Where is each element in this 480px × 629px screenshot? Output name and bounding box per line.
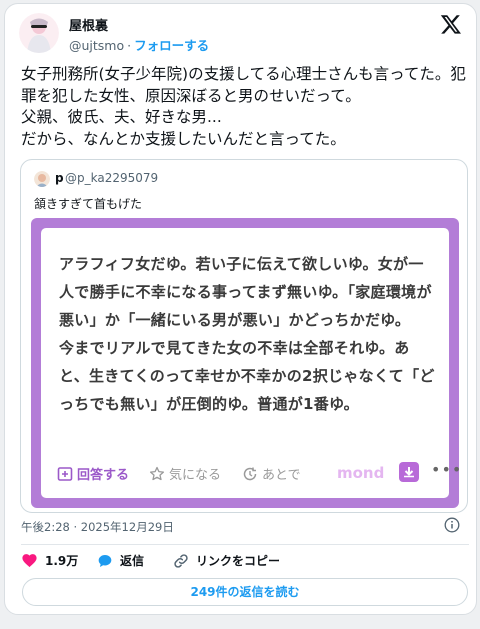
author-name[interactable]: 屋根裏 — [69, 15, 108, 34]
link-icon — [174, 553, 188, 568]
divider — [21, 544, 469, 545]
copy-link-label: リンクをコピー — [196, 554, 281, 568]
quote-text: 頷きすぎて首もげた — [34, 197, 143, 211]
mond-action-bar: 回答する 気になる あとで mond ••• — [41, 460, 461, 490]
mond-favorite-label: 気になる — [169, 468, 222, 483]
author-handle[interactable]: @ujtsmo — [69, 38, 124, 53]
copy-link-button[interactable]: リンクをコピー — [173, 552, 280, 569]
tweet-card: 屋根裏 @ujtsmo · フォローする 女子刑務所(女子少年院)の支援してる心理士… — [4, 3, 477, 615]
mond-favorite-action: 気になる — [149, 464, 221, 483]
mond-answer-card: アラフィフ女だゆ。若い子に伝えて欲しいゆ。女が一人で勝手に不幸になる事ってまず無… — [41, 228, 461, 498]
mond-reply-label: 回答する — [77, 468, 130, 483]
mond-later-label: あとで — [262, 468, 301, 483]
heart-icon — [22, 554, 37, 568]
tweet-action-bar: 1.9万 返信 リンクをコピー — [21, 551, 469, 571]
mond-logo: mond — [337, 464, 385, 482]
mond-download-icon — [399, 462, 419, 482]
clock-refresh-icon — [243, 467, 257, 480]
like-button[interactable]: 1.9万 — [21, 552, 78, 569]
separator-dot: · — [127, 38, 132, 53]
mond-later-action: あとで — [242, 464, 301, 483]
mond-reply-action: 回答する — [57, 464, 129, 483]
mond-more-icon: ••• — [431, 460, 463, 479]
quote-author-handle[interactable]: @p_ka2295079 — [65, 171, 158, 185]
quote-author-name[interactable]: p — [55, 171, 64, 185]
quote-avatar[interactable] — [34, 171, 50, 187]
reply-bubble-icon — [98, 554, 112, 567]
author-handle-row: @ujtsmo · フォローする — [69, 35, 209, 54]
reply-label: 返信 — [120, 554, 145, 568]
star-icon — [149, 466, 165, 480]
reply-button[interactable]: 返信 — [97, 552, 144, 569]
mond-answer-text: アラフィフ女だゆ。若い子に伝えて欲しいゆ。女が一人で勝手に不幸になる事ってまず無… — [59, 255, 435, 413]
like-count: 1.9万 — [45, 554, 79, 568]
read-replies-button[interactable]: 249件の返信を読む — [22, 578, 468, 606]
reply-box-icon — [57, 466, 73, 481]
info-icon[interactable] — [444, 517, 460, 533]
tweet-text: 女子刑務所(女子少年院)の支援してる心理士さんも言ってた。犯罪を犯した女性、原因… — [21, 65, 466, 148]
follow-button[interactable]: フォローする — [134, 38, 209, 53]
author-avatar[interactable] — [19, 13, 59, 53]
tweet-timestamp[interactable]: 午後2:28 · 2025年12月29日 — [21, 519, 174, 535]
mond-answer-image[interactable]: アラフィフ女だゆ。若い子に伝えて欲しいゆ。女が一人で勝手に不幸になる事ってまず無… — [31, 218, 461, 508]
x-logo-icon[interactable] — [440, 13, 462, 35]
quoted-tweet[interactable]: p @p_ka2295079 頷きすぎて首もげた アラフィフ女だゆ。若い子に伝え… — [20, 159, 468, 513]
